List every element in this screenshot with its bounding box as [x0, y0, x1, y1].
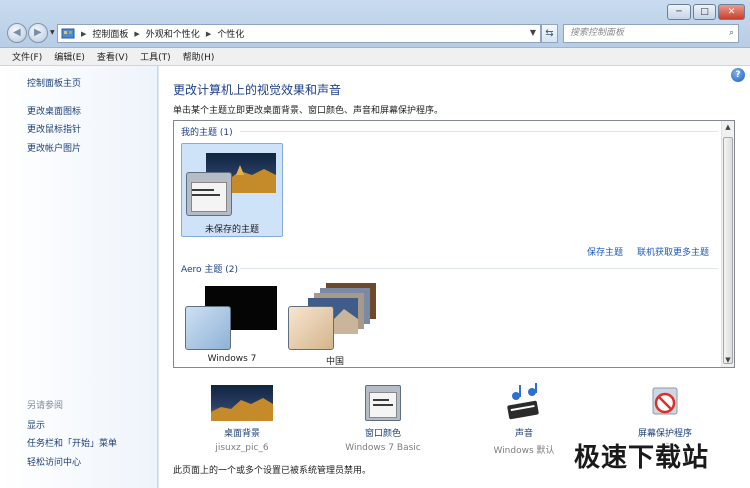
policy-notice: 此页面上的一个或多个设置已被系统管理员禁用。	[173, 466, 372, 476]
group-divider	[240, 131, 718, 132]
desktop-background-label[interactable]: 桌面背景	[182, 426, 302, 439]
see-also-ease-of-access[interactable]: 轻松访问中心	[27, 455, 81, 468]
desktop-background-item[interactable]: 桌面背景 jisuxz_pic_6	[182, 383, 302, 455]
breadcrumb-personalization[interactable]: 个性化	[217, 27, 244, 40]
breadcrumb-separator-icon[interactable]: ▶	[206, 30, 211, 38]
theme-list: 我的主题 (1) 未保存的主题 保存主题 联机获取更多主题 Aero 主题 (2…	[173, 120, 735, 368]
watermark-logo: 极速下载站	[574, 443, 710, 473]
sound-label[interactable]: 声音	[464, 426, 584, 439]
scrollbar-thumb[interactable]	[723, 137, 733, 364]
scroll-down-icon[interactable]: ▼	[722, 354, 734, 367]
sidebar-home-link[interactable]: 控制面板主页	[27, 76, 81, 89]
group-divider	[240, 268, 718, 269]
maximize-icon: □	[700, 7, 709, 17]
sound-value: Windows 默认	[493, 446, 555, 456]
menu-help[interactable]: 帮助(H)	[183, 50, 215, 63]
menu-edit[interactable]: 编辑(E)	[54, 50, 85, 63]
refresh-icon: ⇆	[545, 28, 554, 39]
sidebar-task-desktop-icons[interactable]: 更改桌面图标	[27, 104, 81, 117]
window-color-preview	[288, 306, 334, 350]
theme-tile-china[interactable]: 中国	[284, 281, 386, 367]
back-arrow-icon: ◀	[13, 27, 21, 38]
forward-button[interactable]: ▶	[28, 23, 48, 43]
my-themes-heading: 我的主题 (1)	[181, 128, 233, 138]
window-color-item[interactable]: 窗口颜色 Windows 7 Basic	[323, 383, 443, 455]
address-dropdown-icon[interactable]: ▼	[530, 28, 536, 37]
see-also-taskbar[interactable]: 任务栏和「开始」菜单	[27, 436, 117, 449]
theme-tile-windows7[interactable]: Windows 7	[181, 281, 283, 367]
minimize-button[interactable]: ─	[667, 4, 691, 20]
sound-item[interactable]: 声音 Windows 默认	[464, 383, 584, 456]
search-icon[interactable]: ⌕	[729, 25, 734, 42]
window-color-icon	[365, 385, 401, 421]
desktop-background-icon	[211, 385, 273, 421]
menu-file[interactable]: 文件(F)	[12, 50, 42, 63]
maximize-button[interactable]: □	[693, 4, 716, 20]
search-input[interactable]: 搜索控制面板 ⌕	[563, 24, 739, 43]
theme-label-windows7: Windows 7	[207, 354, 257, 364]
page-title: 更改计算机上的视觉效果和声音	[173, 83, 342, 97]
breadcrumb-separator-icon[interactable]: ▶	[134, 30, 139, 38]
desktop-background-value: jisuxz_pic_6	[215, 443, 269, 453]
menu-bar: 文件(F) 编辑(E) 查看(V) 工具(T) 帮助(H)	[0, 48, 750, 66]
breadcrumb-appearance[interactable]: 外观和个性化	[146, 27, 200, 40]
main-content: ? 更改计算机上的视觉效果和声音 单击某个主题立即更改桌面背景、窗口颜色、声音和…	[159, 66, 750, 488]
minimize-icon: ─	[676, 7, 682, 17]
close-icon: ✕	[727, 7, 736, 17]
page-description: 单击某个主题立即更改桌面背景、窗口颜色、声音和屏幕保护程序。	[173, 106, 444, 116]
save-theme-link[interactable]: 保存主题	[587, 245, 623, 258]
theme-list-scrollbar[interactable]: ▲ ▼	[721, 121, 734, 367]
theme-tile-unsaved[interactable]: 未保存的主题	[181, 143, 283, 237]
back-button[interactable]: ◀	[7, 23, 27, 43]
screensaver-icon	[652, 387, 678, 415]
recent-pages-dropdown-icon[interactable]: ▼	[50, 29, 55, 36]
address-bar[interactable]: ▶ 控制面板 ▶ 外观和个性化 ▶ 个性化 ▼	[57, 24, 541, 43]
window-color-preview	[185, 306, 231, 350]
see-also-display[interactable]: 显示	[27, 418, 45, 431]
breadcrumb-control-panel[interactable]: 控制面板	[92, 27, 128, 40]
window-color-label[interactable]: 窗口颜色	[323, 426, 443, 439]
aero-themes-heading: Aero 主题 (2)	[181, 265, 239, 275]
refresh-button[interactable]: ⇆	[541, 24, 558, 43]
search-placeholder: 搜索控制面板	[570, 28, 625, 38]
title-bar: ─ □ ✕ ◀ ▶ ▼ ▶ 控制面板 ▶ 外观和个性化 ▶ 个性化 ▼ ⇆ 搜索…	[0, 0, 750, 48]
theme-label-unsaved: 未保存的主题	[204, 225, 259, 235]
sound-icon	[507, 383, 539, 420]
sidebar-task-mouse-pointers[interactable]: 更改鼠标指针	[27, 122, 81, 135]
sidebar: 控制面板主页 更改桌面图标 更改鼠标指针 更改帐户图片 另请参阅 显示 任务栏和…	[0, 66, 158, 488]
sidebar-task-account-picture[interactable]: 更改帐户图片	[27, 141, 81, 154]
window-color-value: Windows 7 Basic	[345, 443, 421, 453]
see-also-heading: 另请参阅	[27, 401, 64, 411]
menu-view[interactable]: 查看(V)	[97, 50, 128, 63]
window-color-preview	[186, 172, 232, 216]
control-panel-icon	[61, 28, 75, 38]
scroll-up-icon[interactable]: ▲	[722, 121, 734, 134]
get-more-themes-link[interactable]: 联机获取更多主题	[637, 245, 709, 258]
help-icon[interactable]: ?	[731, 68, 745, 82]
forward-arrow-icon: ▶	[34, 27, 42, 38]
breadcrumb-separator-icon[interactable]: ▶	[81, 30, 86, 38]
menu-tools[interactable]: 工具(T)	[140, 50, 171, 63]
close-button[interactable]: ✕	[718, 4, 745, 20]
theme-label-china: 中国	[325, 357, 344, 367]
